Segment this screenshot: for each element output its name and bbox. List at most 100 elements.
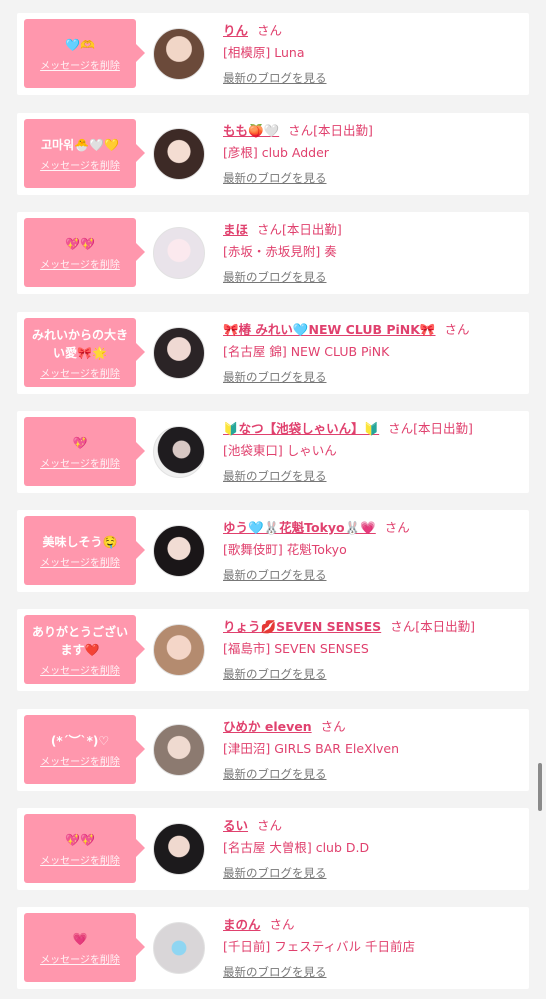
message-text: 💗 — [72, 931, 88, 946]
name-line: 🎀椿 みれい🩵NEW CLUB PiNK🎀 さん — [223, 319, 470, 338]
message-card: 💗 メッセージを削除 まのん さん [千日前] フェスティバル 千日前店 最新のブ… — [17, 907, 529, 989]
name-line: まのん さん — [223, 914, 295, 933]
name-line: るい さん — [223, 815, 282, 834]
message-text: みれいからの大きい愛🎀🌟 — [31, 327, 128, 360]
shop-location: [歌舞伎町] 花魁Tokyo — [223, 542, 347, 557]
message-bubble: 💗 メッセージを削除 — [24, 913, 145, 982]
message-bubble: 고마워🐣🤍💛 メッセージを削除 — [24, 119, 145, 188]
message-text: (*´︶`*)♡ — [50, 733, 110, 748]
honorific: さん — [390, 619, 416, 634]
delete-message-link[interactable]: メッセージを削除 — [40, 951, 120, 966]
cast-name-link[interactable]: ひめか eleven — [223, 719, 312, 734]
on-duty-badge: [本日出勤] — [282, 222, 342, 237]
shop-location: [名古屋 大曽根] club D.D — [223, 840, 370, 855]
avatar[interactable] — [153, 426, 205, 478]
cast-name-link[interactable]: 🔰なつ【池袋しゃいん】🔰 — [223, 421, 379, 436]
message-text: ありがとうございます❤️ — [31, 624, 128, 657]
delete-message-link[interactable]: メッセージを削除 — [40, 57, 120, 72]
message-card: 고마워🐣🤍💛 メッセージを削除 もも🍑🤍 さん[本日出勤] [彦根] club A… — [17, 113, 529, 195]
latest-blog-link[interactable]: 最新のブログを見る — [223, 170, 327, 186]
delete-message-link[interactable]: メッセージを削除 — [40, 753, 120, 768]
honorific: さん — [257, 818, 283, 833]
message-bubble: 💖💖 メッセージを削除 — [24, 814, 145, 883]
honorific: さん — [288, 123, 314, 138]
cast-name-link[interactable]: りん — [223, 23, 248, 38]
message-text: 💖 — [72, 435, 88, 450]
honorific: さん — [320, 719, 346, 734]
message-text: 💖💖 — [65, 832, 95, 847]
shop-location: [福島市] SEVEN SENSES — [223, 641, 369, 656]
on-duty-badge: [本日出勤] — [313, 123, 373, 138]
delete-message-link[interactable]: メッセージを削除 — [40, 256, 120, 271]
message-card: ありがとうございます❤️ メッセージを削除 りょう💋SEVEN SENSES さん… — [17, 609, 529, 691]
name-line: ひめか eleven さん — [223, 716, 346, 735]
cast-name-link[interactable]: ゆう🩵🐰花魁Tokyo🐰💗 — [223, 520, 376, 535]
avatar[interactable] — [153, 624, 205, 676]
honorific: さん — [388, 421, 414, 436]
message-bubble: 💖💖 メッセージを削除 — [24, 218, 145, 287]
on-duty-badge: [本日出勤] — [413, 421, 473, 436]
name-line: まほ さん[本日出勤] — [223, 219, 342, 238]
message-card: (*´︶`*)♡ メッセージを削除 ひめか eleven さん [津田沼] GIR… — [17, 709, 529, 791]
delete-message-link[interactable]: メッセージを削除 — [40, 157, 120, 172]
latest-blog-link[interactable]: 最新のブログを見る — [223, 70, 327, 86]
cast-name-link[interactable]: りょう💋SEVEN SENSES — [223, 619, 381, 634]
latest-blog-link[interactable]: 最新のブログを見る — [223, 269, 327, 285]
message-text: 고마워🐣🤍💛 — [41, 137, 119, 152]
cast-name-link[interactable]: まほ — [223, 222, 248, 237]
message-card: 💖💖 メッセージを削除 るい さん [名古屋 大曽根] club D.D 最新のブ… — [17, 808, 529, 890]
avatar[interactable] — [153, 128, 205, 180]
message-text: 🩵🫶 — [65, 37, 95, 52]
avatar[interactable] — [153, 823, 205, 875]
latest-blog-link[interactable]: 最新のブログを見る — [223, 964, 327, 980]
latest-blog-link[interactable]: 最新のブログを見る — [223, 369, 327, 385]
honorific: さん — [384, 520, 410, 535]
avatar[interactable] — [153, 724, 205, 776]
cast-name-link[interactable]: もも🍑🤍 — [223, 123, 279, 138]
message-bubble: 💖 メッセージを削除 — [24, 417, 145, 486]
latest-blog-link[interactable]: 最新のブログを見る — [223, 666, 327, 682]
avatar[interactable] — [153, 28, 205, 80]
shop-location: [池袋東口] しゃいん — [223, 443, 337, 458]
name-line: りん さん — [223, 20, 282, 39]
avatar[interactable] — [153, 922, 205, 974]
avatar[interactable] — [153, 327, 205, 379]
honorific: さん — [269, 917, 295, 932]
latest-blog-link[interactable]: 最新のブログを見る — [223, 865, 327, 881]
shop-location: [彦根] club Adder — [223, 145, 329, 160]
shop-location: [赤坂・赤坂見附] 奏 — [223, 244, 337, 259]
message-card: みれいからの大きい愛🎀🌟 メッセージを削除 🎀椿 みれい🩵NEW CLUB Pi… — [17, 312, 529, 394]
scrollbar[interactable] — [538, 763, 542, 811]
latest-blog-link[interactable]: 最新のブログを見る — [223, 766, 327, 782]
message-text: 💖💖 — [65, 236, 95, 251]
delete-message-link[interactable]: メッセージを削除 — [40, 662, 120, 677]
delete-message-link[interactable]: メッセージを削除 — [40, 455, 120, 470]
avatar[interactable] — [153, 227, 205, 279]
delete-message-link[interactable]: メッセージを削除 — [40, 852, 120, 867]
message-bubble: みれいからの大きい愛🎀🌟 メッセージを削除 — [24, 318, 145, 387]
shop-location: [千日前] フェスティバル 千日前店 — [223, 939, 415, 954]
delete-message-link[interactable]: メッセージを削除 — [40, 554, 120, 569]
message-bubble: ありがとうございます❤️ メッセージを削除 — [24, 615, 145, 684]
latest-blog-link[interactable]: 最新のブログを見る — [223, 567, 327, 583]
cast-name-link[interactable]: 🎀椿 みれい🩵NEW CLUB PiNK🎀 — [223, 322, 436, 337]
honorific: さん — [257, 23, 283, 38]
name-line: もも🍑🤍 さん[本日出勤] — [223, 120, 373, 139]
avatar[interactable] — [153, 525, 205, 577]
honorific: さん — [257, 222, 283, 237]
latest-blog-link[interactable]: 最新のブログを見る — [223, 468, 327, 484]
message-bubble: 美味しそう🤤 メッセージを削除 — [24, 516, 145, 585]
shop-location: [名古屋 錦] NEW CLUB PiNK — [223, 344, 390, 359]
honorific: さん — [444, 322, 470, 337]
message-card: 美味しそう🤤 メッセージを削除 ゆう🩵🐰花魁Tokyo🐰💗 さん [歌舞伎町] 花… — [17, 510, 529, 592]
delete-message-link[interactable]: メッセージを削除 — [40, 365, 120, 380]
cast-name-link[interactable]: るい — [223, 818, 248, 833]
name-line: ゆう🩵🐰花魁Tokyo🐰💗 さん — [223, 517, 410, 536]
message-bubble: 🩵🫶 メッセージを削除 — [24, 19, 145, 88]
message-card: 💖💖 メッセージを削除 まほ さん[本日出勤] [赤坂・赤坂見附] 奏 最新のブロ… — [17, 212, 529, 294]
shop-location: [相模原] Luna — [223, 45, 305, 60]
name-line: 🔰なつ【池袋しゃいん】🔰 さん[本日出勤] — [223, 418, 473, 437]
name-line: りょう💋SEVEN SENSES さん[本日出勤] — [223, 616, 475, 635]
cast-name-link[interactable]: まのん — [223, 917, 261, 932]
shop-location: [津田沼] GIRLS BAR EleXlven — [223, 741, 400, 756]
